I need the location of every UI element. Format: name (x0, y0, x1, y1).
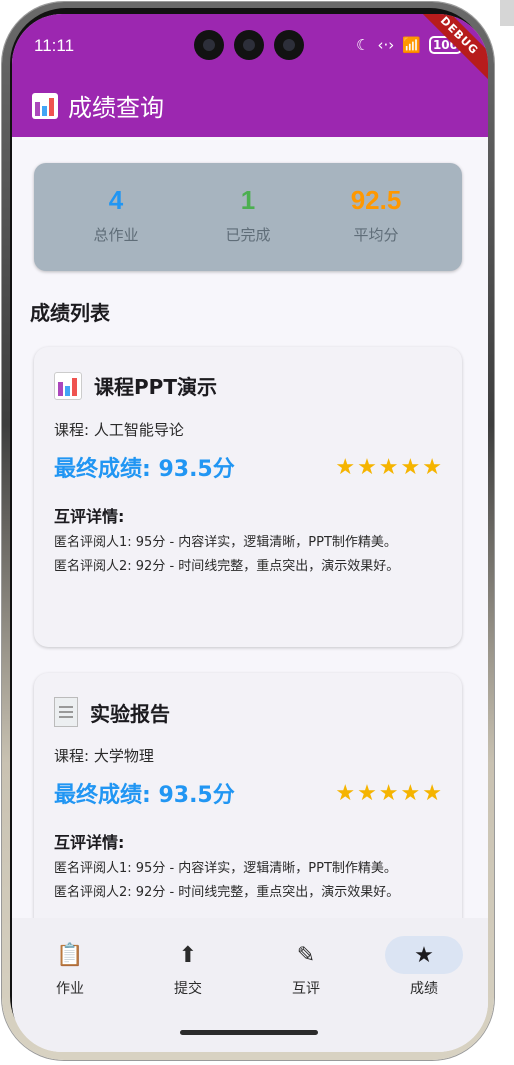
status-bar: 11:11 ☾ ‹·› 📶 100 (34, 30, 468, 60)
star-icon: ★ (335, 455, 356, 480)
stat-average: 92.5 平均分 (306, 185, 446, 245)
stat-done: 1 已完成 (178, 185, 318, 245)
nav-label: 成绩 (410, 981, 438, 997)
bar-chart-icon (54, 371, 82, 400)
star-icon: ★ (357, 781, 377, 806)
phone-screen: 11:11 ☾ ‹·› 📶 100 DEBUG 成绩查询 4 总作业 1 已完成… (12, 14, 488, 1052)
star-icon: ★ (357, 455, 377, 480)
assignment-icon: 📋 (56, 942, 84, 968)
app-bar: 11:11 ☾ ‹·› 📶 100 DEBUG 成绩查询 (12, 14, 488, 137)
course-name: 课程: 人工智能导论 (54, 421, 184, 439)
star-icon: ★ (400, 455, 421, 480)
nav-item-grades[interactable]: ★ 成绩 (374, 936, 474, 998)
review-item: 匿名评阅人1: 95分 - 内容详实，逻辑清晰，PPT制作精美。 (54, 861, 397, 876)
nav-item-submit[interactable]: ⬆ 提交 (138, 936, 238, 998)
star-icon: ★ (378, 781, 399, 806)
review-heading: 互评详情: (54, 507, 125, 526)
stat-done-value: 1 (240, 185, 256, 215)
camera-icon (194, 30, 224, 60)
background-strip (500, 0, 514, 26)
grade-card[interactable]: 课程PPT演示 课程: 人工智能导论 最终成绩: 93.5分 ★ ★ ★ ★ ★… (34, 347, 462, 647)
review-item: 匿名评阅人2: 92分 - 时间线完整，重点突出，演示效果好。 (54, 559, 400, 574)
card-header: 实验报告 (54, 697, 170, 727)
star-icon: ★ (378, 455, 399, 480)
stat-total: 4 总作业 (46, 185, 186, 245)
status-time: 11:11 (34, 36, 75, 55)
star-rating: ★ ★ ★ ★ ★ (335, 783, 442, 805)
rate-review-icon: ✎ (296, 942, 316, 968)
grade-list-title: 成绩列表 (30, 301, 110, 325)
nav-label: 作业 (56, 981, 84, 997)
star-rating: ★ ★ ★ ★ ★ (335, 457, 442, 479)
review-heading: 互评详情: (54, 833, 125, 852)
review-list: 匿名评阅人1: 95分 - 内容详实，逻辑清晰，PPT制作精美。 匿名评阅人2:… (54, 533, 434, 581)
home-indicator[interactable] (180, 1030, 318, 1035)
stat-total-label: 总作业 (93, 226, 139, 244)
nav-label: 互评 (292, 981, 320, 997)
review-item: 匿名评阅人2: 92分 - 时间线完整，重点突出，演示效果好。 (54, 885, 400, 900)
star-icon: ★ (422, 781, 442, 806)
nav-item-peer-review[interactable]: ✎ 互评 (256, 936, 356, 998)
camera-icon (234, 30, 264, 60)
star-icon: ★ (335, 781, 356, 806)
nav-label: 提交 (174, 981, 202, 997)
title-row: 成绩查询 (32, 88, 164, 123)
status-icons: ☾ ‹·› 📶 100 (356, 36, 462, 54)
scroll-content[interactable]: 4 总作业 1 已完成 92.5 平均分 成绩列表 课程PPT演示 课程: 人工… (12, 137, 488, 930)
card-title: 实验报告 (90, 701, 170, 726)
review-item: 匿名评阅人1: 95分 - 内容详实，逻辑清晰，PPT制作精美。 (54, 535, 397, 550)
review-list: 匿名评阅人1: 95分 - 内容详实，逻辑清晰，PPT制作精美。 匿名评阅人2:… (54, 859, 434, 907)
final-score: 最终成绩: 93.5分 (54, 457, 235, 482)
moon-icon: ☾ (356, 36, 370, 54)
camera-icon (274, 30, 304, 60)
star-icon: ★ (400, 781, 421, 806)
wifi-icon: 📶 (402, 36, 421, 54)
page-title: 成绩查询 (68, 94, 164, 122)
stat-done-label: 已完成 (225, 226, 271, 244)
card-title: 课程PPT演示 (94, 375, 217, 399)
upload-file-icon: ⬆ (178, 942, 198, 968)
nav-item-assignments[interactable]: 📋 作业 (20, 936, 120, 998)
star-icon: ★ (385, 936, 463, 974)
summary-card: 4 总作业 1 已完成 92.5 平均分 (34, 163, 462, 271)
stat-average-value: 92.5 (350, 185, 402, 215)
stat-total-value: 4 (108, 185, 124, 215)
stat-average-label: 平均分 (353, 226, 399, 244)
document-icon (54, 697, 78, 727)
final-score: 最终成绩: 93.5分 (54, 783, 235, 808)
course-name: 课程: 大学物理 (54, 747, 154, 765)
star-icon: ★ (422, 455, 442, 480)
data-transfer-icon: ‹·› (377, 36, 395, 54)
bar-chart-icon (32, 92, 58, 119)
grade-card[interactable]: 实验报告 课程: 大学物理 最终成绩: 93.5分 ★ ★ ★ ★ ★ 互评详情… (34, 673, 462, 930)
card-header: 课程PPT演示 (54, 371, 217, 400)
